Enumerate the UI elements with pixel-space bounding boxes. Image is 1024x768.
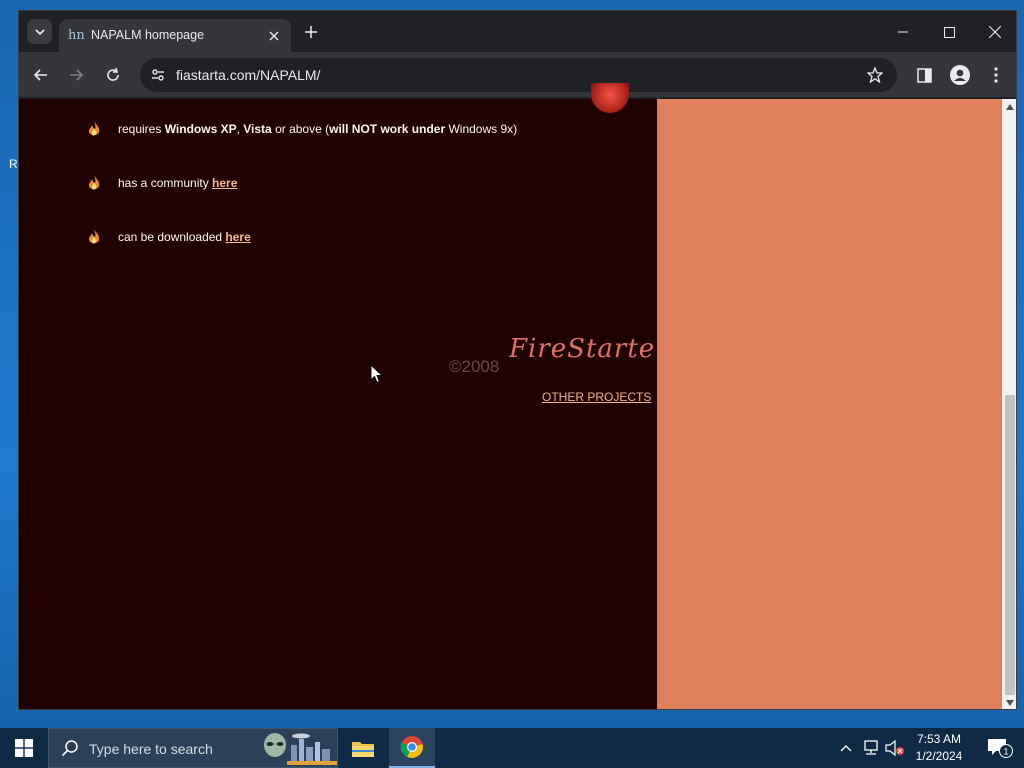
- network-tray-button[interactable]: [860, 728, 882, 768]
- copyright-text: ©2008: [449, 357, 500, 376]
- triangle-up-icon: [1006, 104, 1014, 110]
- scroll-up-button[interactable]: [1002, 99, 1016, 115]
- chevron-down-icon: [34, 28, 45, 35]
- start-button[interactable]: [0, 728, 48, 768]
- search-icon: [61, 740, 78, 757]
- tab-title: NAPALM homepage: [91, 28, 205, 42]
- community-text: has a community here: [118, 176, 238, 190]
- avatar-icon: [950, 65, 970, 85]
- download-text: can be downloaded here: [118, 230, 251, 244]
- folder-icon: [352, 742, 374, 757]
- volume-tray-button[interactable]: [884, 728, 906, 768]
- community-link[interactable]: here: [212, 176, 237, 190]
- tune-icon: [152, 69, 164, 81]
- tab-search-button[interactable]: [27, 19, 52, 44]
- browser-window: hn NAPALM homepage fiastarta.com/NAPALM/…: [18, 10, 1017, 710]
- reload-button[interactable]: [102, 64, 124, 86]
- browser-toolbar: fiastarta.com/NAPALM/: [19, 52, 1016, 98]
- tab-napalm[interactable]: hn NAPALM homepage: [59, 19, 291, 52]
- windows-logo-icon: [15, 739, 33, 757]
- minimize-button[interactable]: [880, 18, 926, 46]
- mouse-cursor-icon: [370, 364, 384, 384]
- network-icon: [864, 740, 878, 755]
- tab-close-button[interactable]: [265, 27, 283, 45]
- notification-icon: 1: [988, 739, 1013, 758]
- list-item-requirements: requires Windows XP, Vista or above (wil…: [87, 119, 517, 139]
- address-bar[interactable]: fiastarta.com/NAPALM/: [140, 58, 897, 92]
- notification-count: 1: [1003, 747, 1008, 757]
- taskbar: Type here to search 7:53 AM 1/2/2024 1: [0, 728, 1024, 768]
- close-icon: [269, 31, 279, 41]
- show-hidden-icons-button[interactable]: [836, 728, 856, 768]
- menu-button[interactable]: [985, 64, 1007, 86]
- desktop-icon-label: R: [9, 157, 18, 171]
- maximize-icon: [943, 26, 955, 38]
- notification-center-button[interactable]: 1: [976, 728, 1024, 768]
- bookmark-button[interactable]: [865, 65, 885, 85]
- plus-icon: [305, 26, 317, 38]
- search-placeholder: Type here to search: [89, 741, 213, 757]
- maximize-button[interactable]: [926, 18, 972, 46]
- side-panel-icon: [916, 67, 932, 83]
- taskbar-search-box[interactable]: Type here to search: [48, 728, 338, 768]
- file-explorer-taskbar-button[interactable]: [340, 728, 386, 768]
- arrow-left-icon: [33, 69, 47, 81]
- star-icon: [867, 67, 883, 83]
- clock-date: 1/2/2024: [915, 749, 963, 763]
- back-button[interactable]: [30, 64, 52, 86]
- reload-icon: [107, 67, 119, 81]
- other-projects-link[interactable]: OTHER PROJECTS: [542, 390, 651, 404]
- list-item-download: can be downloaded here: [87, 227, 251, 247]
- scroll-down-button[interactable]: [1002, 695, 1016, 709]
- site-info-button[interactable]: [146, 63, 170, 87]
- scrollbar-thumb[interactable]: [1005, 395, 1015, 695]
- volume-muted-icon: [885, 740, 904, 756]
- search-highlight-image: [264, 733, 337, 765]
- new-tab-button[interactable]: [301, 22, 321, 42]
- list-item-community: has a community here: [87, 173, 237, 193]
- logo-orb-image: [591, 83, 629, 113]
- chevron-up-icon: [840, 745, 852, 752]
- profile-button[interactable]: [949, 64, 971, 86]
- firestarter-logo: FireStarter: [509, 334, 654, 364]
- napalm-favicon-icon: hn: [68, 28, 85, 43]
- side-panel-button[interactable]: [913, 64, 935, 86]
- arrow-right-icon: [70, 69, 84, 81]
- taskbar-clock[interactable]: 7:53 AM 1/2/2024: [904, 731, 974, 765]
- close-icon: [989, 26, 1001, 38]
- chrome-taskbar-button[interactable]: [389, 728, 435, 768]
- vertical-scrollbar[interactable]: [1002, 99, 1016, 709]
- close-window-button[interactable]: [972, 18, 1016, 46]
- flame-icon: [88, 175, 100, 190]
- page-viewport: requires Windows XP, Vista or above (wil…: [19, 83, 1016, 709]
- requirements-text: requires Windows XP, Vista or above (wil…: [118, 122, 518, 136]
- clock-time: 7:53 AM: [916, 732, 962, 746]
- minimize-icon: [898, 31, 908, 33]
- url-text: fiastarta.com/NAPALM/: [176, 67, 321, 83]
- forward-button[interactable]: [65, 64, 87, 86]
- flame-icon: [88, 229, 100, 244]
- tab-strip: hn NAPALM homepage: [19, 11, 1016, 52]
- firestarter-logo-text: FireStarter: [509, 334, 654, 364]
- more-vertical-icon: [994, 67, 998, 83]
- flame-icon: [88, 121, 100, 136]
- content-panel: requires Windows XP, Vista or above (wil…: [19, 83, 657, 709]
- chrome-icon: [400, 736, 423, 758]
- triangle-down-icon: [1006, 700, 1014, 706]
- download-link[interactable]: here: [225, 230, 250, 244]
